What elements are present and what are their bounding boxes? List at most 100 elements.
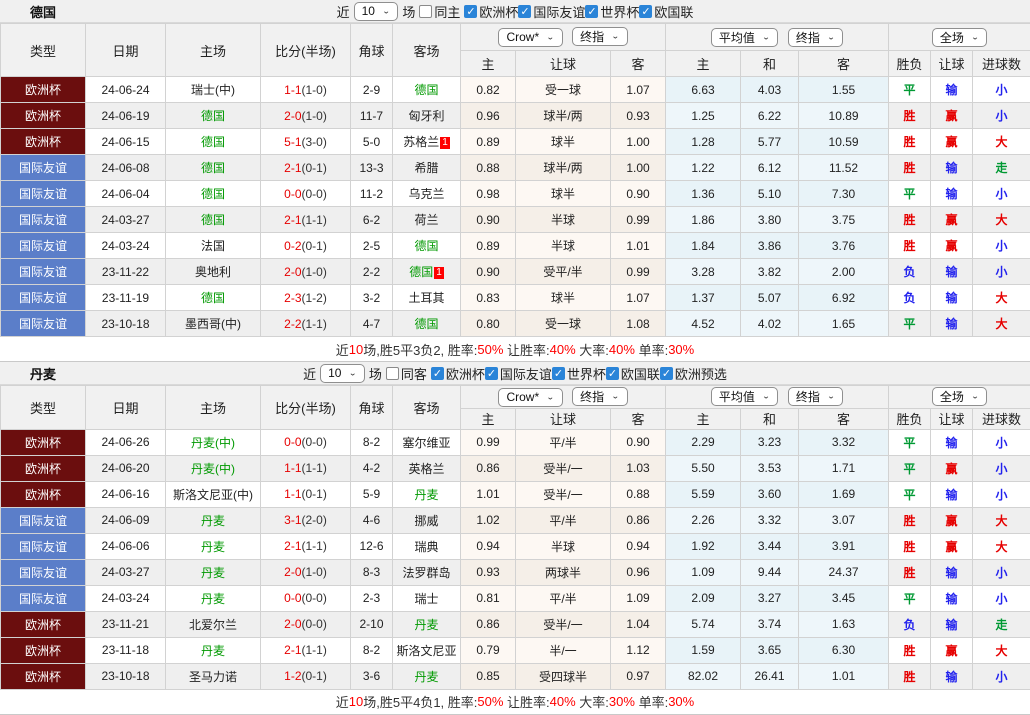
handicap-result-cell: 输 (931, 155, 973, 181)
handicap: 半球 (516, 533, 611, 559)
home-team: 德国 (166, 155, 261, 181)
col-corners: 角球 (351, 386, 393, 430)
handicap-result-cell: 输 (931, 429, 973, 455)
checkbox-checked-icon[interactable] (552, 367, 565, 380)
games-count-select[interactable]: 10 ⌄ (354, 2, 399, 21)
col-type: 类型 (1, 386, 86, 430)
red-card-icon: 1 (434, 267, 444, 279)
odds-home: 0.79 (461, 637, 516, 663)
checkbox-unchecked-icon[interactable] (386, 367, 399, 380)
scope-select[interactable]: 全场⌄ (932, 387, 987, 406)
goals-result-cell: 小 (973, 259, 1030, 285)
average-select[interactable]: 平均值⌄ (711, 387, 778, 406)
league-checkbox[interactable]: 欧国联 (606, 364, 660, 383)
result-cell: 胜 (889, 233, 931, 259)
col-home: 主场 (166, 24, 261, 77)
score-cell: 2-0(1-0) (261, 559, 351, 585)
home-team: 丹麦(中) (166, 429, 261, 455)
league-checkbox[interactable]: 国际友谊 (485, 364, 552, 383)
home-team: 德国 (166, 103, 261, 129)
score-cell: 0-0(0-0) (261, 429, 351, 455)
checkbox-checked-icon[interactable] (485, 367, 498, 380)
checkbox-checked-icon[interactable] (660, 367, 673, 380)
odds-away: 0.90 (611, 429, 666, 455)
summary-segment: 场,胜5平3负2, 胜率: (363, 340, 477, 359)
avg-home: 1.86 (666, 207, 741, 233)
match-date: 24-06-15 (86, 129, 166, 155)
result-cell: 胜 (889, 207, 931, 233)
league-checkbox[interactable]: 欧国联 (639, 2, 693, 21)
match-row: 国际友谊23-11-22奥地利2-0(1-0)2-2德国10.90受平/半0.9… (1, 259, 1030, 285)
odds-source-select[interactable]: Crow*⌄ (498, 28, 562, 47)
home-team: 丹麦 (166, 637, 261, 663)
match-row: 欧洲杯23-10-18圣马力诺1-2(0-1)3-6丹麦0.85受四球半0.97… (1, 663, 1030, 689)
result-cell: 平 (889, 311, 931, 337)
same-venue-checkbox[interactable]: 同主 (419, 2, 460, 21)
checkbox-checked-icon[interactable] (464, 5, 477, 18)
same-venue-checkbox[interactable]: 同客 (386, 364, 427, 383)
away-team: 乌克兰 (393, 181, 461, 207)
games-label: 场 (369, 364, 382, 383)
summary-segment: 30% (668, 694, 694, 709)
scope-select[interactable]: 全场⌄ (932, 28, 987, 47)
league-checkbox[interactable]: 欧洲杯 (431, 364, 485, 383)
checkbox-checked-icon[interactable] (585, 5, 598, 18)
goals-result-cell: 小 (973, 103, 1030, 129)
avg-draw: 5.77 (741, 129, 799, 155)
odds-time-select[interactable]: 终指⌄ (572, 27, 627, 46)
result-cell: 胜 (889, 663, 931, 689)
goals-result-cell: 小 (973, 429, 1030, 455)
average-select[interactable]: 平均值⌄ (711, 28, 778, 47)
avg-away: 3.76 (799, 233, 889, 259)
league-checkbox[interactable]: 欧洲杯 (464, 2, 518, 21)
checkbox-checked-icon[interactable] (431, 367, 444, 380)
games-count-value: 10 (328, 366, 341, 380)
avg-home: 1.59 (666, 637, 741, 663)
checkbox-checked-icon[interactable] (639, 5, 652, 18)
league-type-cell: 欧洲杯 (1, 129, 86, 155)
average-time-select[interactable]: 终指⌄ (788, 28, 843, 47)
col-avg-home: 主 (666, 408, 741, 429)
avg-away: 1.01 (799, 663, 889, 689)
odds-away: 1.07 (611, 77, 666, 103)
match-date: 24-06-06 (86, 533, 166, 559)
avg-away: 1.71 (799, 455, 889, 481)
summary-segment: 10 (349, 694, 363, 709)
team-name: 丹麦 (30, 364, 56, 383)
away-team: 匈牙利 (393, 103, 461, 129)
avg-draw: 6.12 (741, 155, 799, 181)
result-cell: 胜 (889, 559, 931, 585)
league-checkbox[interactable]: 世界杯 (552, 364, 606, 383)
odds-away: 1.12 (611, 637, 666, 663)
summary-segment: 30% (668, 342, 694, 357)
odds-home: 0.93 (461, 559, 516, 585)
handicap-result-cell: 赢 (931, 103, 973, 129)
handicap-result-cell: 输 (931, 311, 973, 337)
handicap: 球半/两 (516, 103, 611, 129)
odds-source-select[interactable]: Crow*⌄ (498, 388, 562, 407)
col-handicap: 让球 (516, 51, 611, 77)
col-date: 日期 (86, 24, 166, 77)
corners-cell: 6-2 (351, 207, 393, 233)
odds-home: 0.86 (461, 611, 516, 637)
handicap: 受四球半 (516, 663, 611, 689)
odds-time-select[interactable]: 终指⌄ (572, 387, 627, 406)
league-type-cell: 国际友谊 (1, 285, 86, 311)
summary-segment: 单率: (635, 692, 668, 711)
checkbox-unchecked-icon[interactable] (419, 5, 432, 18)
avg-away: 3.91 (799, 533, 889, 559)
col-avg-away: 客 (799, 51, 889, 77)
games-count-select[interactable]: 10 ⌄ (320, 364, 365, 383)
match-row: 国际友谊24-03-24法国0-2(0-1)2-5德国0.89半球1.011.8… (1, 233, 1030, 259)
league-checkbox[interactable]: 国际友谊 (518, 2, 585, 21)
league-checkbox[interactable]: 世界杯 (585, 2, 639, 21)
goals-result-cell: 小 (973, 585, 1030, 611)
average-time-select[interactable]: 终指⌄ (788, 387, 843, 406)
odds-home: 0.89 (461, 129, 516, 155)
league-checkbox[interactable]: 欧洲预选 (660, 364, 727, 383)
checkbox-checked-icon[interactable] (606, 367, 619, 380)
handicap: 半/一 (516, 637, 611, 663)
avg-home: 2.26 (666, 507, 741, 533)
checkbox-checked-icon[interactable] (518, 5, 531, 18)
league-checkbox-label: 欧洲杯 (479, 2, 518, 21)
